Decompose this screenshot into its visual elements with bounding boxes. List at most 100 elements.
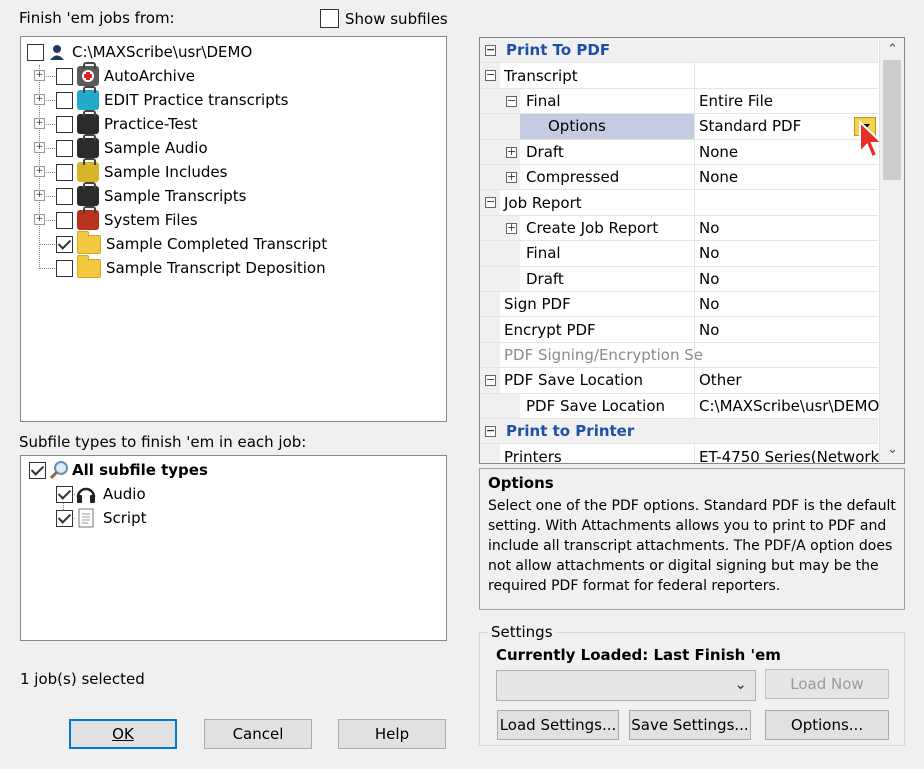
property-value[interactable]: ET-4750 Series(Network): [694, 444, 879, 463]
subfile-item-audio[interactable]: Audio: [56, 482, 146, 506]
job-item-checkbox[interactable]: [56, 115, 73, 133]
property-value[interactable]: [694, 63, 879, 88]
property-row[interactable]: + Compressed None: [480, 165, 879, 191]
job-item-checkbox[interactable]: [56, 163, 73, 181]
scrollbar-thumb[interactable]: [883, 60, 901, 180]
job-tree-item[interactable]: System Files: [56, 206, 198, 232]
property-value[interactable]: No: [694, 292, 879, 317]
property-row[interactable]: Options Standard PDF: [480, 114, 879, 159]
cancel-button[interactable]: Cancel: [204, 719, 312, 749]
script-checkbox[interactable]: [56, 509, 73, 527]
collapse-icon[interactable]: −: [485, 374, 496, 387]
property-row[interactable]: − Job Report: [480, 190, 879, 216]
job-tree-item[interactable]: AutoArchive: [56, 62, 195, 88]
property-category[interactable]: − Print to Printer: [480, 419, 878, 445]
expand-toggle-icon[interactable]: +: [34, 190, 45, 201]
document-icon: [75, 508, 97, 528]
show-subfiles-box[interactable]: [320, 9, 339, 28]
property-row[interactable]: Final No: [480, 241, 879, 267]
scroll-up-icon[interactable]: ⌃: [880, 42, 904, 57]
property-value[interactable]: None: [694, 139, 879, 164]
description-panel: Options Select one of the PDF options. S…: [479, 468, 905, 610]
property-category[interactable]: − Print To PDF: [480, 38, 878, 64]
job-item-checkbox[interactable]: [56, 67, 73, 85]
expand-toggle-icon[interactable]: +: [34, 166, 45, 177]
job-item-checkbox[interactable]: [56, 211, 73, 229]
property-grid-scrollbar[interactable]: ⌃ ⌄: [879, 38, 904, 463]
settings-options-button[interactable]: Options...: [765, 710, 889, 740]
job-tree-item[interactable]: Sample Transcript Deposition: [56, 254, 326, 280]
collapse-icon[interactable]: −: [485, 425, 496, 437]
job-item-checkbox[interactable]: [56, 91, 73, 109]
job-tree-item[interactable]: Sample Includes: [56, 158, 227, 184]
all-subfile-types-checkbox[interactable]: [29, 461, 46, 479]
job-tree-item[interactable]: Sample Completed Transcript: [56, 230, 327, 256]
audio-checkbox[interactable]: [56, 485, 73, 503]
ok-button[interactable]: OK: [69, 719, 177, 749]
expand-icon[interactable]: +: [506, 146, 517, 158]
property-row[interactable]: PDF Signing/Encryption Se: [480, 342, 879, 369]
property-value[interactable]: No: [694, 241, 879, 266]
property-row[interactable]: PDF Save Location C:\MAXScribe\usr\DEMO: [480, 393, 879, 419]
property-value[interactable]: None: [694, 165, 879, 190]
property-value[interactable]: Entire File: [694, 88, 879, 114]
property-row[interactable]: + Draft None: [480, 139, 879, 165]
property-value[interactable]: [694, 342, 879, 368]
job-item-checkbox[interactable]: [56, 187, 73, 205]
tree-root-row[interactable]: C:\MAXScribe\usr\DEMO: [27, 40, 252, 64]
expand-toggle-icon[interactable]: +: [34, 118, 45, 129]
property-row[interactable]: − PDF Save Location Other: [480, 368, 879, 394]
chevron-down-icon[interactable]: ⌄: [734, 675, 747, 693]
job-item-checkbox[interactable]: [56, 235, 73, 253]
property-value-text: Other: [699, 371, 742, 390]
subfile-tree[interactable]: All subfile types Audio Script: [20, 455, 447, 641]
job-item-checkbox[interactable]: [56, 139, 73, 157]
property-row[interactable]: + Create Job Report No: [480, 215, 879, 242]
property-value[interactable]: No: [694, 266, 879, 291]
property-value-text: No: [699, 320, 720, 339]
load-now-button[interactable]: Load Now: [765, 669, 889, 699]
property-row[interactable]: − Transcript: [480, 63, 879, 89]
property-row[interactable]: Encrypt PDF No: [480, 317, 879, 343]
briefcase-black-icon: [77, 110, 99, 134]
collapse-icon[interactable]: −: [506, 95, 517, 107]
property-row[interactable]: Draft No: [480, 266, 879, 292]
property-value[interactable]: C:\MAXScribe\usr\DEMO: [694, 393, 879, 418]
job-tree[interactable]: C:\MAXScribe\usr\DEMO + AutoArchive + EDIT P…: [20, 36, 447, 422]
job-tree-item[interactable]: Sample Audio: [56, 134, 208, 160]
property-row[interactable]: Sign PDF No: [480, 292, 879, 318]
collapse-icon[interactable]: −: [485, 69, 496, 82]
property-value[interactable]: Standard PDF: [694, 114, 879, 139]
job-tree-item[interactable]: Practice-Test: [56, 110, 198, 136]
property-value[interactable]: No: [694, 317, 879, 342]
collapse-icon[interactable]: −: [485, 44, 496, 56]
expand-toggle-icon[interactable]: +: [34, 94, 45, 105]
property-row[interactable]: − Final Entire File: [480, 88, 879, 115]
all-subfile-types-row[interactable]: All subfile types: [29, 458, 208, 482]
expand-toggle-icon[interactable]: +: [34, 70, 45, 81]
load-settings-button[interactable]: Load Settings...: [497, 710, 619, 740]
expand-toggle-icon[interactable]: +: [34, 214, 45, 225]
job-tree-item[interactable]: EDIT Practice transcripts: [56, 86, 288, 112]
show-subfiles-checkbox[interactable]: Show subfiles: [320, 9, 448, 28]
tree-root-checkbox[interactable]: [27, 43, 44, 61]
job-item-checkbox[interactable]: [56, 259, 73, 277]
property-row[interactable]: Printers ET-4750 Series(Network): [480, 444, 879, 463]
subfile-item-script[interactable]: Script: [56, 506, 147, 530]
expand-icon[interactable]: +: [506, 222, 517, 234]
save-settings-button[interactable]: Save Settings...: [629, 710, 751, 740]
help-button[interactable]: Help: [338, 719, 446, 749]
property-value[interactable]: Other: [694, 368, 879, 393]
job-tree-item[interactable]: Sample Transcripts: [56, 182, 246, 208]
property-value[interactable]: [694, 190, 879, 215]
property-value[interactable]: No: [694, 215, 879, 241]
property-grid[interactable]: − Print To PDF − Transcript − Final Entire Fil…: [479, 37, 905, 464]
property-name: Create Job Report: [526, 218, 659, 237]
expand-toggle-icon[interactable]: +: [34, 142, 45, 153]
settings-combo[interactable]: ⌄: [496, 670, 756, 701]
collapse-icon[interactable]: −: [485, 196, 496, 209]
property-value-text: C:\MAXScribe\usr\DEMO: [699, 396, 879, 415]
user-icon: [48, 43, 66, 61]
scroll-down-icon[interactable]: ⌄: [880, 442, 904, 457]
expand-icon[interactable]: +: [506, 171, 517, 183]
